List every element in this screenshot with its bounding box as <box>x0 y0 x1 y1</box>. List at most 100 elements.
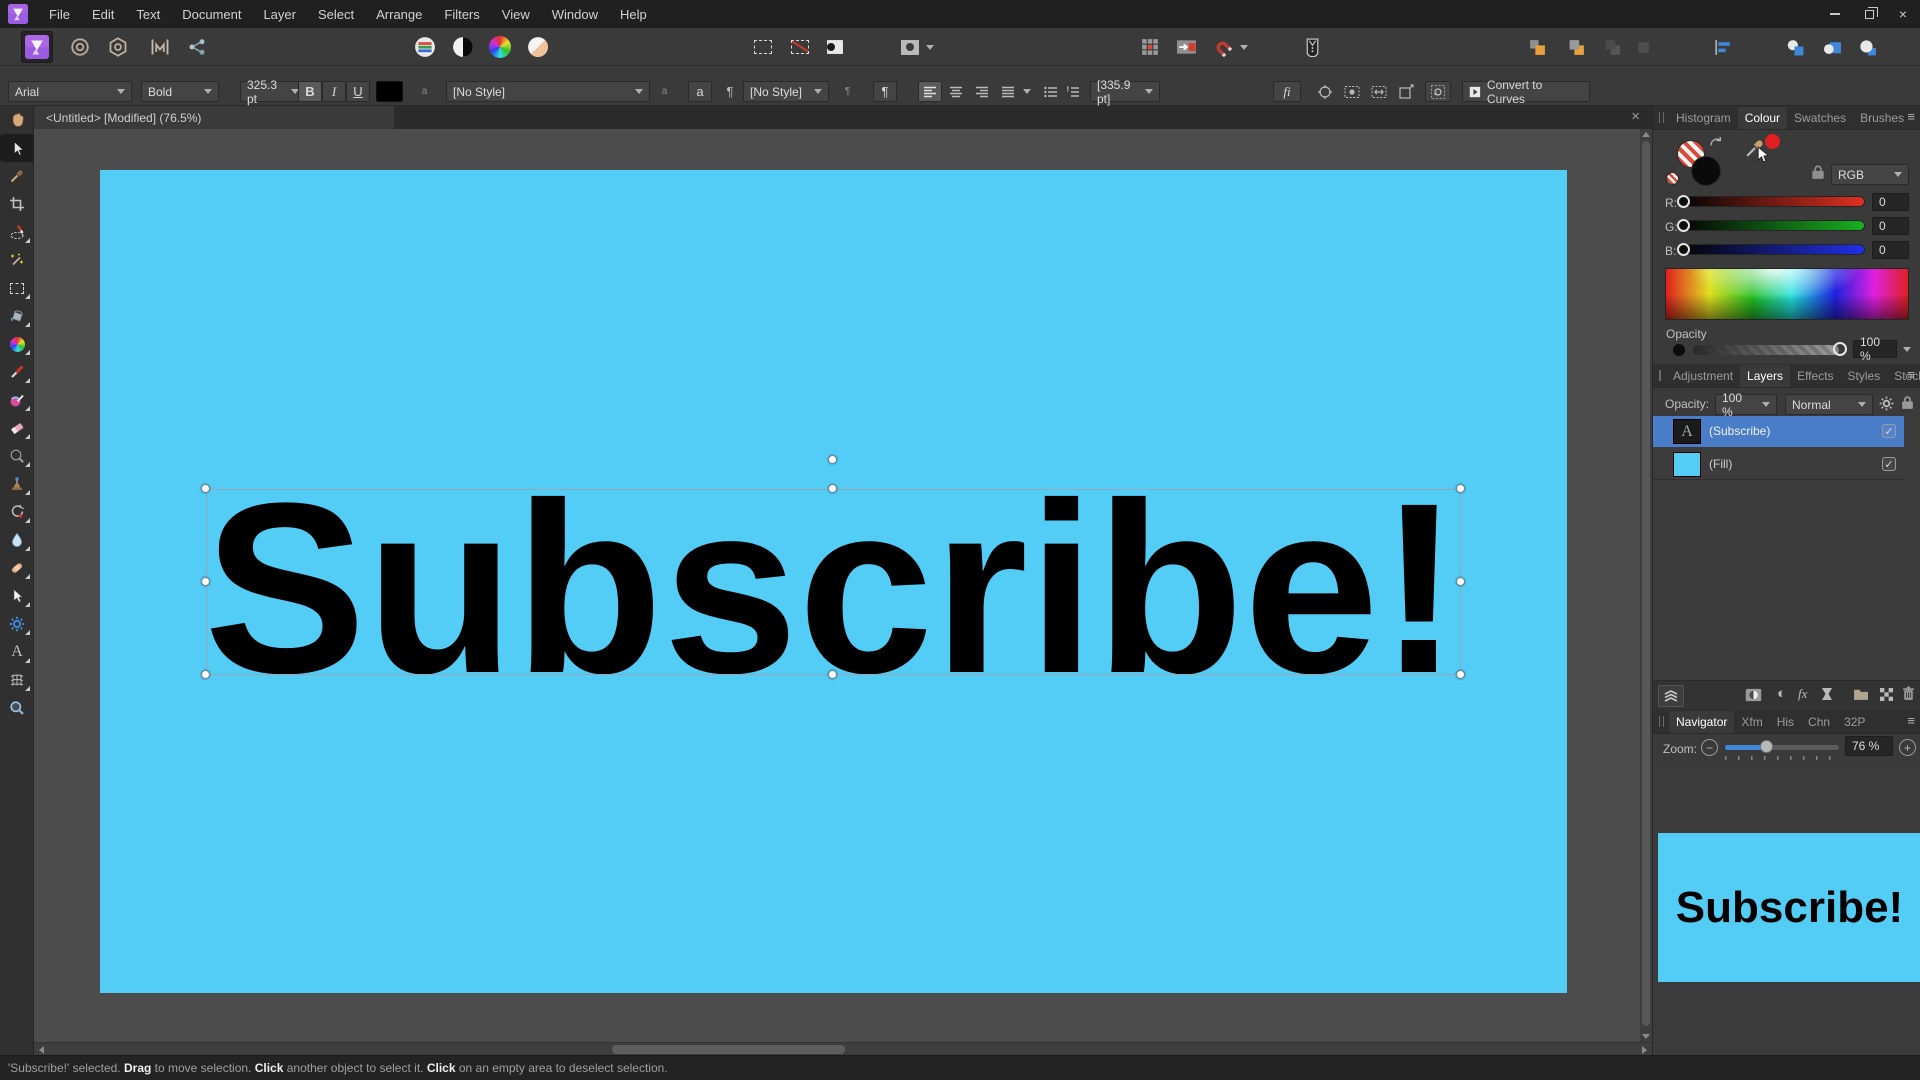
character-style-select[interactable]: [No Style] <box>446 81 650 102</box>
green-slider-track[interactable] <box>1683 220 1865 231</box>
tab-navigator[interactable]: Navigator <box>1669 711 1734 733</box>
snapping-magnet-icon[interactable] <box>1206 31 1238 63</box>
selection-bounding-box[interactable] <box>206 489 1461 675</box>
justify-dropdown[interactable] <box>1020 81 1034 102</box>
rectangular-marquee-tool[interactable] <box>0 274 34 302</box>
bold-button[interactable]: B <box>298 81 322 102</box>
menu-help[interactable]: Help <box>609 0 658 28</box>
quick-mask-dropdown[interactable] <box>922 31 938 63</box>
mesh-warp-tool[interactable] <box>0 666 34 694</box>
tab-his[interactable]: His <box>1770 711 1801 733</box>
selection-handle-mid-right[interactable] <box>1456 577 1465 586</box>
vertical-scrollbar[interactable] <box>1640 129 1652 1042</box>
crop-tool[interactable] <box>0 190 34 218</box>
alignment-icon[interactable] <box>1706 31 1738 63</box>
show-handles-icon[interactable] <box>1367 81 1391 102</box>
live-filter-icon[interactable] <box>1821 687 1833 701</box>
navigator-preview[interactable]: Subscribe! <box>1658 833 1920 982</box>
layer-stack-icon[interactable] <box>1658 685 1684 707</box>
colour-replacement-brush-tool[interactable] <box>0 386 34 414</box>
opacity-value-box[interactable]: 100 % <box>1853 340 1897 358</box>
blend-options-gear-icon[interactable] <box>1879 396 1894 411</box>
view-tool[interactable] <box>0 106 34 134</box>
snapping-dropdown[interactable] <box>1236 31 1252 63</box>
invert-selection-icon[interactable] <box>819 31 851 63</box>
opacity-dropdown[interactable] <box>1903 347 1911 352</box>
fill-colour-well[interactable] <box>1691 156 1721 186</box>
underline-button[interactable]: U <box>346 81 370 102</box>
hide-selection-icon[interactable] <box>1340 81 1364 102</box>
italic-button[interactable]: I <box>322 81 346 102</box>
text-colour-swatch[interactable] <box>376 81 403 102</box>
tab-styles[interactable]: Styles <box>1841 365 1888 387</box>
gradient-tool[interactable] <box>0 330 34 358</box>
green-slider-knob[interactable] <box>1677 219 1690 232</box>
vertical-scroll-thumb[interactable] <box>1642 141 1650 1026</box>
export-persona-icon[interactable] <box>181 31 213 63</box>
group-layers-icon[interactable] <box>1853 688 1869 701</box>
develop-persona-icon[interactable] <box>102 31 134 63</box>
menu-file[interactable]: File <box>38 0 81 28</box>
gear-tool[interactable] <box>0 610 34 638</box>
tone-mapping-persona-icon[interactable] <box>144 31 176 63</box>
menu-layer[interactable]: Layer <box>252 0 307 28</box>
menu-edit[interactable]: Edit <box>81 0 125 28</box>
scroll-left-arrow[interactable] <box>39 1046 44 1054</box>
scroll-right-arrow[interactable] <box>1642 1046 1647 1054</box>
node-tool[interactable] <box>0 582 34 610</box>
swap-colours-icon[interactable] <box>1709 136 1723 148</box>
restore-button[interactable] <box>1852 0 1886 28</box>
leading-select[interactable]: [335.9 pt] <box>1090 81 1160 102</box>
blue-value-box[interactable]: 0 <box>1872 241 1909 259</box>
insert-on-top-icon[interactable] <box>1851 31 1883 63</box>
scroll-up-arrow[interactable] <box>1642 132 1650 137</box>
menu-filters[interactable]: Filters <box>433 0 490 28</box>
assistant-icon[interactable] <box>1296 31 1328 63</box>
artistic-text-tool[interactable]: A <box>0 638 34 666</box>
layer-row-fill[interactable]: (Fill) ✓ <box>1653 449 1904 480</box>
green-value-box[interactable]: 0 <box>1872 217 1909 235</box>
blue-slider-track[interactable] <box>1683 244 1865 255</box>
navigator-view-area[interactable]: Subscribe! <box>1653 766 1920 1055</box>
menu-document[interactable]: Document <box>171 0 252 28</box>
layer-row-subscribe[interactable]: A (Subscribe) ✓ <box>1653 416 1904 447</box>
panel-grip[interactable] <box>1659 370 1661 381</box>
menu-text[interactable]: Text <box>125 0 171 28</box>
flood-select-tool[interactable] <box>0 246 34 274</box>
panel-menu-icon[interactable]: ≡ <box>1907 367 1915 382</box>
move-to-front-icon[interactable] <box>1521 31 1553 63</box>
selection-brush-tool[interactable] <box>0 218 34 246</box>
convert-to-curves-button[interactable]: Convert to Curves <box>1462 81 1590 102</box>
show-typography-button[interactable]: a <box>688 81 712 102</box>
tab-xfm[interactable]: Xfm <box>1734 711 1769 733</box>
menu-view[interactable]: View <box>491 0 541 28</box>
ligatures-button[interactable]: fi <box>1273 81 1301 102</box>
liquify-persona-icon[interactable] <box>64 31 96 63</box>
tab-adjustment[interactable]: Adjustment <box>1666 365 1740 387</box>
horizontal-scrollbar[interactable] <box>34 1042 1652 1055</box>
show-paragraph-button[interactable]: ¶ <box>873 81 897 102</box>
justify-button[interactable] <box>996 81 1020 102</box>
blur-brush-tool[interactable] <box>0 526 34 554</box>
document-tab[interactable]: <Untitled> [Modified] (76.5%) <box>34 106 394 129</box>
tab-histogram[interactable]: Histogram <box>1669 107 1738 129</box>
zoom-out-button[interactable]: − <box>1701 739 1718 756</box>
menu-arrange[interactable]: Arrange <box>365 0 433 28</box>
align-center-button[interactable] <box>944 81 968 102</box>
colour-mode-select[interactable]: RGB <box>1831 164 1909 185</box>
pixel-grid-icon[interactable] <box>1134 31 1166 63</box>
auto-white-balance-icon[interactable] <box>522 31 554 63</box>
auto-colour-icon[interactable] <box>484 31 516 63</box>
red-slider-knob[interactable] <box>1677 195 1690 208</box>
colour-picker-tool[interactable] <box>0 162 34 190</box>
tab-layers[interactable]: Layers <box>1740 365 1790 387</box>
mask-layer-icon[interactable] <box>1745 688 1762 702</box>
font-size-select[interactable]: 325.3 pt <box>240 81 306 102</box>
font-family-select[interactable]: Arial <box>8 81 132 102</box>
blue-slider-knob[interactable] <box>1677 243 1690 256</box>
selection-handle-bottom-right[interactable] <box>1456 670 1465 679</box>
tab-brushes[interactable]: Brushes <box>1853 107 1911 129</box>
tab-chn[interactable]: Chn <box>1801 711 1837 733</box>
rotation-handle[interactable] <box>828 455 837 464</box>
transform-origin-icon[interactable] <box>1313 81 1337 102</box>
